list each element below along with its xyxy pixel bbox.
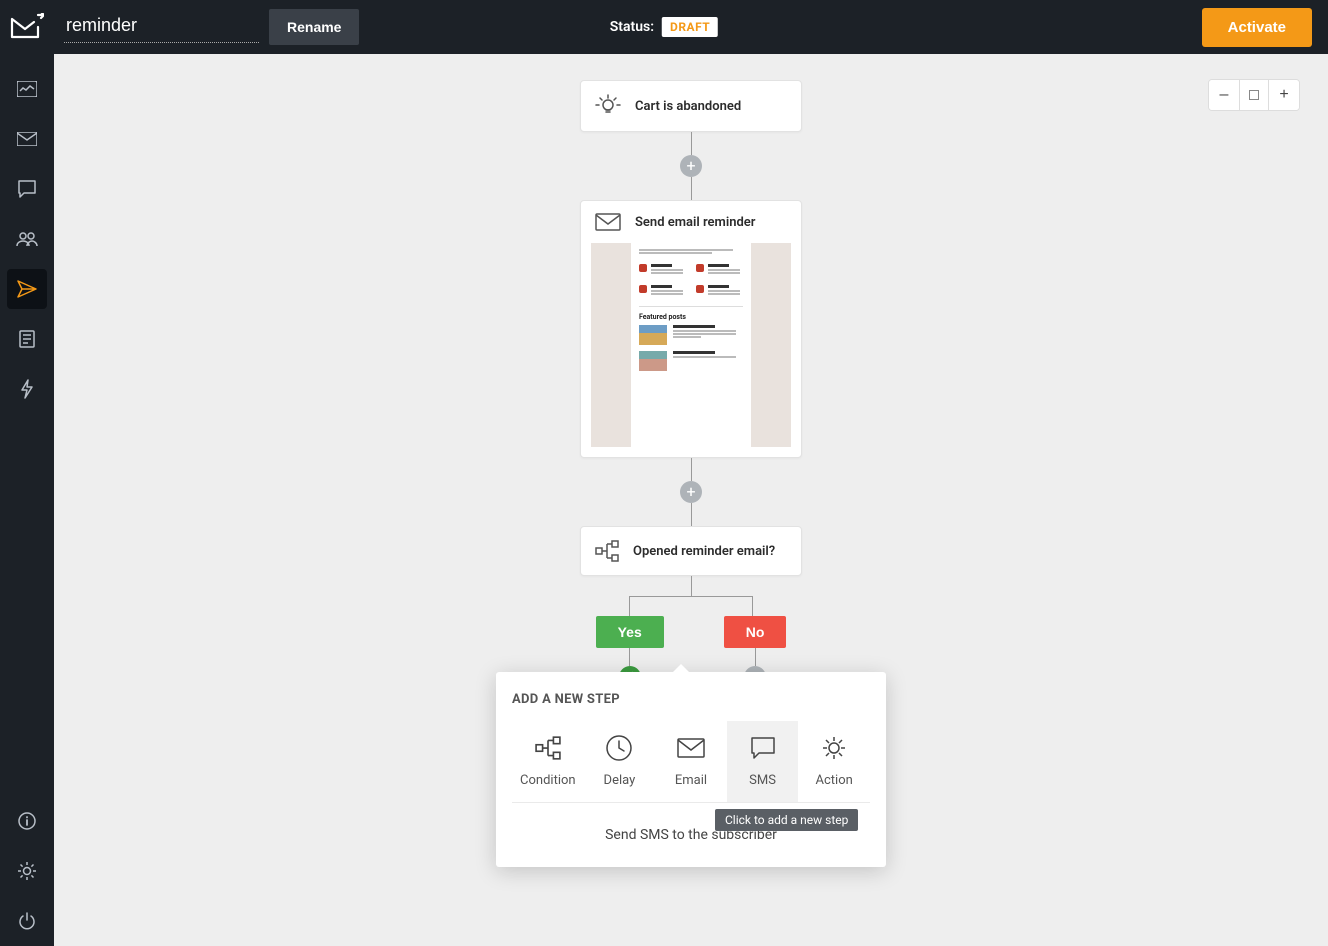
app-logo — [0, 0, 54, 54]
info-icon — [18, 812, 36, 830]
option-label: Delay — [604, 773, 636, 788]
option-condition[interactable]: Condition — [512, 721, 584, 803]
option-label: Action — [816, 773, 853, 788]
square-icon — [1249, 90, 1259, 100]
zoom-in-button[interactable]: + — [1269, 80, 1299, 110]
branch-icon — [595, 539, 619, 563]
users-icon — [16, 231, 38, 247]
gear-icon — [820, 733, 848, 763]
header-bar: Rename Status: DRAFT Activate — [0, 0, 1328, 54]
mail-icon — [595, 213, 621, 231]
zoom-out-button[interactable]: – — [1209, 80, 1239, 110]
connector-line — [755, 648, 756, 666]
lightbulb-icon — [595, 93, 621, 119]
sidebar-item-chat[interactable] — [7, 169, 47, 209]
option-delay[interactable]: Delay — [584, 721, 656, 803]
add-step-button[interactable]: + — [680, 481, 702, 503]
branch-connector — [629, 596, 753, 616]
popover-title: ADD A NEW STEP — [512, 692, 870, 707]
node-email[interactable]: Send email reminder Featured posts — [580, 200, 802, 458]
connector-line — [691, 177, 692, 200]
node-trigger[interactable]: Cart is abandoned — [580, 80, 802, 132]
sidebar-item-list[interactable] — [7, 319, 47, 359]
canvas[interactable]: – + Cart is abandoned + Send email remin… — [54, 54, 1328, 946]
status-label: Status: — [610, 19, 654, 35]
mail-icon — [17, 132, 37, 146]
connector-line — [691, 503, 692, 526]
node-condition[interactable]: Opened reminder email? — [580, 526, 802, 576]
flow-column: Cart is abandoned + Send email reminder — [580, 80, 802, 688]
option-sms[interactable]: SMS — [727, 721, 799, 803]
add-step-button[interactable]: + — [680, 155, 702, 177]
sidebar-item-send[interactable] — [7, 269, 47, 309]
option-email[interactable]: Email — [655, 721, 727, 803]
email-preview: Featured posts — [591, 243, 791, 447]
option-label: Condition — [520, 773, 576, 788]
zoom-controls: – + — [1208, 79, 1300, 111]
tooltip: Click to add a new step — [715, 809, 858, 831]
add-step-popover: ADD A NEW STEP Condition Delay Email — [496, 672, 886, 867]
status-badge: DRAFT — [662, 17, 718, 37]
mail-icon — [677, 733, 705, 763]
gear-icon — [17, 861, 37, 881]
clock-icon — [605, 733, 633, 763]
status-area: Status: DRAFT — [610, 17, 718, 37]
popover-options: Condition Delay Email SMS — [512, 721, 870, 803]
connector-line — [629, 648, 630, 666]
list-icon — [19, 330, 35, 348]
branch-yes-button[interactable]: Yes — [596, 616, 664, 648]
node-title: Send email reminder — [635, 215, 755, 230]
connector-line — [691, 576, 692, 596]
chat-icon — [18, 180, 36, 198]
preview-heading: Featured posts — [639, 313, 743, 321]
sidebar-item-power[interactable] — [7, 901, 47, 941]
option-label: Email — [675, 773, 707, 788]
option-label: SMS — [749, 773, 776, 788]
branch-no-button[interactable]: No — [724, 616, 787, 648]
workflow-name-input[interactable] — [64, 11, 259, 43]
logo-icon — [10, 13, 44, 41]
connector-line — [691, 458, 692, 481]
connector-line — [691, 132, 692, 155]
rename-button[interactable]: Rename — [269, 9, 359, 45]
sidebar — [0, 54, 54, 946]
bolt-icon — [20, 379, 34, 399]
node-title: Cart is abandoned — [635, 99, 741, 114]
zoom-reset-button[interactable] — [1239, 80, 1269, 110]
send-icon — [17, 280, 37, 298]
node-title: Opened reminder email? — [633, 544, 775, 559]
sidebar-item-bolt[interactable] — [7, 369, 47, 409]
sidebar-item-settings[interactable] — [7, 851, 47, 891]
power-icon — [18, 912, 36, 930]
sidebar-item-dashboard[interactable] — [7, 69, 47, 109]
sidebar-item-info[interactable] — [7, 801, 47, 841]
sidebar-item-users[interactable] — [7, 219, 47, 259]
chat-icon — [750, 733, 776, 763]
sidebar-item-mail[interactable] — [7, 119, 47, 159]
branch-icon — [535, 733, 561, 763]
activate-button[interactable]: Activate — [1202, 8, 1312, 47]
dashboard-icon — [17, 81, 37, 97]
option-action[interactable]: Action — [798, 721, 870, 803]
